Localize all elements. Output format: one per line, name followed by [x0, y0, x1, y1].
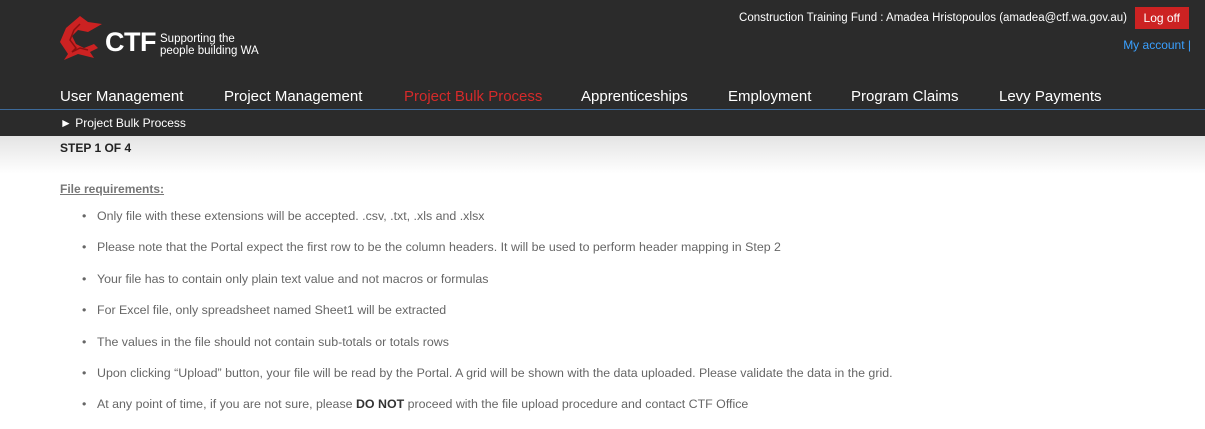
logo-tagline: Supporting the people building WA	[160, 33, 259, 57]
tagline-line-1: Supporting the	[160, 33, 235, 45]
ctf-logo[interactable]: CTF Supporting the people building WA	[58, 14, 278, 64]
site-header: CTF Supporting the people building WA Co…	[0, 0, 1205, 87]
nav-project-management[interactable]: Project Management	[224, 87, 362, 107]
nav-project-bulk-process[interactable]: Project Bulk Process	[404, 87, 542, 107]
ctf-logo-icon	[60, 16, 102, 60]
logoff-button[interactable]: Log off	[1134, 7, 1189, 29]
nav-employment[interactable]: Employment	[728, 87, 811, 107]
step-bar: STEP 1 OF 4	[0, 136, 1205, 174]
requirement-item: Your file has to contain only plain text…	[82, 272, 893, 286]
requirement-text: proceed with the file upload procedure a…	[404, 397, 749, 412]
user-info: Construction Training Fund : Amadea Hris…	[739, 12, 1127, 24]
requirement-item: At any point of time, if you are not sur…	[82, 397, 893, 411]
requirement-item: Only file with these extensions will be …	[82, 209, 893, 223]
my-account-link[interactable]: My account |	[1123, 38, 1191, 52]
nav-user-management[interactable]: User Management	[60, 87, 183, 107]
nav-levy-payments[interactable]: Levy Payments	[999, 87, 1102, 107]
requirement-item: For Excel file, only spreadsheet named S…	[82, 303, 893, 317]
logo-ctf-text: CTF	[105, 27, 156, 57]
step-indicator: STEP 1 OF 4	[60, 141, 132, 155]
requirement-item: Upon clicking “Upload” button, your file…	[82, 366, 893, 380]
breadcrumb[interactable]: ► Project Bulk Process	[0, 110, 1205, 136]
requirements-list: Only file with these extensions will be …	[82, 209, 893, 429]
requirement-item: The values in the file should not contai…	[82, 335, 893, 349]
nav-program-claims[interactable]: Program Claims	[851, 87, 959, 107]
tagline-line-2: people building WA	[160, 45, 259, 57]
requirement-item: Please note that the Portal expect the f…	[82, 240, 893, 254]
requirement-emphasis: DO NOT	[355, 397, 405, 412]
requirement-text: At any point of time, if you are not sur…	[97, 397, 356, 412]
nav-apprenticeships[interactable]: Apprenticeships	[581, 87, 688, 107]
main-nav: User Management Project Management Proje…	[0, 87, 1205, 110]
file-requirements-title: File requirements:	[60, 182, 165, 196]
